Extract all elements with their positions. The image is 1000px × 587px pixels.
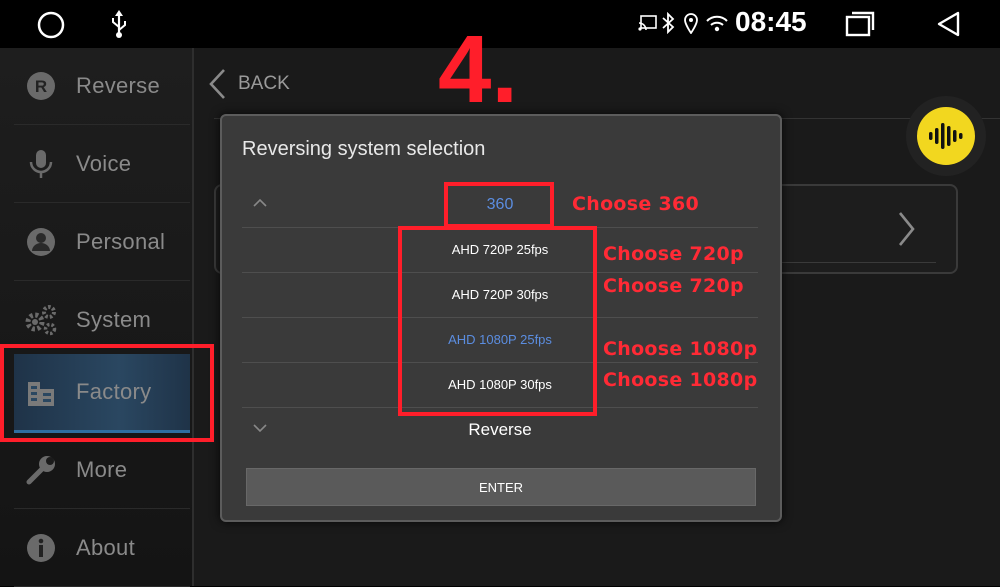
sidebar-item-label: Personal: [76, 229, 166, 254]
soundwave-icon: [929, 123, 963, 149]
back-button[interactable]: BACK: [206, 62, 290, 106]
sidebar-item-label: About: [76, 535, 135, 560]
back-triangle-icon[interactable]: [934, 10, 964, 38]
sidebar-item-label: System: [76, 307, 152, 332]
back-label: BACK: [238, 73, 290, 94]
sidebar-item-reverse[interactable]: R Reverse: [14, 48, 190, 125]
annotation-choose-1080p: Choose 1080p: [603, 369, 758, 391]
wrench-icon: [24, 453, 58, 487]
highlight-box-factory: [0, 344, 214, 442]
sidebar-item-label: More: [76, 457, 128, 482]
highlight-box-360: [444, 182, 554, 228]
location-icon: [684, 13, 698, 34]
bluetooth-icon: [662, 12, 675, 34]
annotation-choose-1080p: Choose 1080p: [603, 338, 758, 360]
usb-icon: [112, 10, 126, 38]
sidebar-item-personal[interactable]: Personal: [14, 204, 190, 281]
dialog-title: Reversing system selection: [242, 138, 486, 160]
microphone-icon: [24, 147, 58, 181]
enter-button[interactable]: ENTER: [246, 468, 756, 506]
chevron-right-icon: [898, 212, 915, 246]
picker-option-reverse[interactable]: Reverse: [468, 420, 531, 440]
sidebar-item-more[interactable]: More: [14, 432, 190, 509]
chevron-up-icon[interactable]: [252, 197, 268, 209]
clock: 08:45: [735, 6, 807, 37]
sidebar-item-about[interactable]: About: [14, 510, 190, 587]
sidebar-item-label: Reverse: [76, 73, 161, 98]
chevron-down-icon[interactable]: [252, 422, 268, 434]
cast-icon: [638, 15, 657, 31]
step-number: 4.: [438, 16, 519, 123]
annotation-choose-720p: Choose 720p: [603, 275, 744, 297]
home-circle-icon[interactable]: [36, 10, 66, 40]
gears-icon: [24, 303, 58, 337]
reverse-r-icon: R: [24, 69, 58, 103]
voice-assistant-button[interactable]: [906, 96, 986, 176]
sidebar-item-label: Voice: [76, 151, 132, 176]
chevron-left-icon: [209, 69, 225, 99]
wifi-icon: [706, 15, 728, 32]
highlight-box-options: [398, 226, 597, 416]
recents-icon[interactable]: [844, 10, 876, 38]
info-icon: [24, 531, 58, 565]
annotation-choose-720p: Choose 720p: [603, 243, 744, 265]
sidebar: R Reverse Voice Personal System Factory …: [0, 48, 194, 587]
annotation-choose-360: Choose 360: [572, 193, 700, 215]
person-icon: [24, 225, 58, 259]
svg-text:R: R: [35, 77, 47, 96]
sidebar-item-voice[interactable]: Voice: [14, 126, 190, 203]
